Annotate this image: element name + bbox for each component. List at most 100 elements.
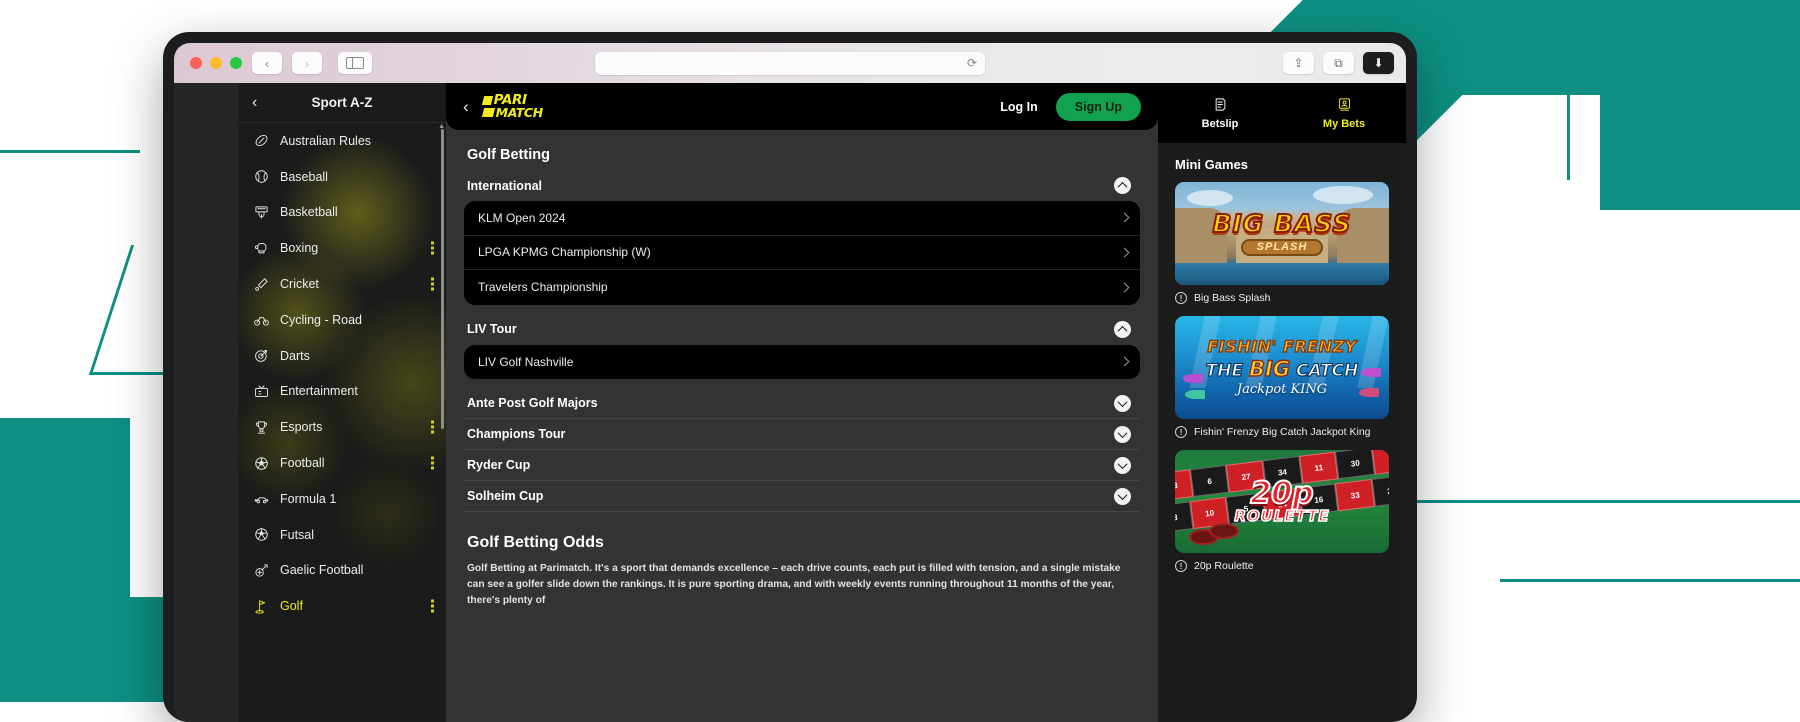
chevron-down-icon[interactable]	[1114, 426, 1131, 443]
competition-groups: InternationalKLM Open 2024LPGA KPMG Cham…	[464, 170, 1140, 512]
live-indicator-dots	[431, 600, 434, 613]
sidebar-item-label: Australian Rules	[280, 134, 371, 148]
sports-list: Australian Rules Baseball BasketballBoxing…	[238, 123, 446, 722]
decor-line	[0, 150, 140, 153]
new-tab-icon[interactable]: ⧉	[1323, 52, 1354, 74]
chevron-up-icon[interactable]	[1114, 177, 1131, 194]
chevron-left-icon[interactable]: ‹	[252, 94, 257, 112]
auth-actions: Log In Sign Up	[1000, 93, 1141, 121]
logo-bar-icon	[482, 96, 493, 105]
tournament-row[interactable]: LPGA KPMG Championship (W)	[464, 236, 1140, 271]
chevron-right-icon	[1120, 247, 1130, 257]
game-art-amount: 20p	[1234, 480, 1329, 509]
sidebar-item-label: Baseball	[280, 170, 328, 184]
race-car-icon	[254, 491, 269, 506]
sidebar-item-boxing[interactable]: Boxing	[238, 230, 446, 266]
decor-line	[1567, 0, 1570, 180]
group-header[interactable]: Ryder Cup	[464, 450, 1140, 481]
chevron-down-icon[interactable]	[1114, 488, 1131, 505]
page-content: ‹ Sport A-Z Australian Rules Baseball Bask…	[174, 83, 1406, 722]
sidebar-item-basketball[interactable]: Basketball	[238, 195, 446, 231]
darts-icon	[254, 348, 269, 363]
group-header[interactable]: International	[464, 170, 1140, 201]
game-art-line2: THE BIG CATCH	[1206, 358, 1359, 381]
window-controls[interactable]	[190, 57, 242, 69]
sidebar-item-golf[interactable]: Golf	[238, 588, 446, 624]
trophy-icon	[254, 420, 269, 435]
game-thumbnail[interactable]: FISHIN' FRENZY THE BIG CATCH Jackpot KIN…	[1175, 316, 1389, 419]
group-header[interactable]: Champions Tour	[464, 419, 1140, 450]
chevron-down-icon[interactable]	[1114, 395, 1131, 412]
close-window-button[interactable]	[190, 57, 202, 69]
sidebar-item-esports[interactable]: Esports	[238, 409, 446, 445]
sidebar-item-label: Football	[280, 456, 324, 470]
cricket-icon	[254, 277, 269, 292]
sports-sidebar-header: ‹ Sport A-Z	[238, 83, 446, 123]
chevron-down-icon[interactable]	[1114, 457, 1131, 474]
golf-flag-icon	[254, 599, 269, 614]
group-name: Ante Post Golf Majors	[467, 396, 598, 410]
decor-line	[1500, 579, 1800, 582]
tv-icon	[254, 384, 269, 399]
tournament-row[interactable]: LIV Golf Nashville	[464, 345, 1140, 380]
sidebar-item-football[interactable]: Football	[238, 445, 446, 481]
tournament-row[interactable]: KLM Open 2024	[464, 201, 1140, 236]
sidebar-item-formula-1[interactable]: Formula 1	[238, 481, 446, 517]
aussie-rules-icon	[254, 133, 269, 148]
minimize-window-button[interactable]	[210, 57, 222, 69]
share-icon[interactable]: ⇪	[1283, 52, 1314, 74]
group-header[interactable]: Ante Post Golf Majors	[464, 388, 1140, 419]
game-art-line1: FISHIN' FRENZY	[1206, 339, 1359, 356]
sidebar-item-label: Futsal	[280, 528, 314, 542]
sidebar-item-darts[interactable]: Darts	[238, 338, 446, 374]
sidebar-item-cycling-road[interactable]: Cycling - Road	[238, 302, 446, 338]
chevron-left-icon[interactable]: ‹	[463, 97, 469, 117]
login-button[interactable]: Log In	[1000, 100, 1038, 114]
info-icon[interactable]: !	[1175, 426, 1187, 438]
chevron-right-icon	[1120, 213, 1130, 223]
download-icon[interactable]: ⬇	[1363, 52, 1394, 74]
sidebar-item-cricket[interactable]: Cricket	[238, 266, 446, 302]
game-name: Fishin' Frenzy Big Catch Jackpot King	[1194, 426, 1371, 438]
parimatch-logo[interactable]: PARI MATCH	[483, 94, 543, 119]
chevron-up-icon[interactable]	[1114, 321, 1131, 338]
tournament-card: KLM Open 2024LPGA KPMG Championship (W)T…	[464, 201, 1140, 305]
sidebar-scrollbar[interactable]	[441, 129, 444, 429]
sidebar-item-futsal[interactable]: Futsal	[238, 517, 446, 553]
game-art-subtitle: SPLASH	[1241, 239, 1324, 256]
chevron-right-icon	[1120, 282, 1130, 292]
group-header[interactable]: Solheim Cup	[464, 481, 1140, 512]
main-body: Golf Betting InternationalKLM Open 2024L…	[446, 130, 1158, 722]
signup-button[interactable]: Sign Up	[1056, 93, 1141, 121]
group-header[interactable]: LIV Tour	[464, 314, 1140, 345]
tab-my-bets[interactable]: My Bets	[1282, 83, 1406, 143]
game-thumbnail[interactable]: BIG BASS SPLASH	[1175, 182, 1389, 285]
gaelic-ball-icon	[254, 563, 269, 578]
sidebar-toggle-icon[interactable]	[338, 52, 372, 74]
sidebar-item-label: Esports	[280, 420, 322, 434]
back-button[interactable]: ‹	[252, 52, 282, 74]
sidebar-item-baseball[interactable]: Baseball	[238, 159, 446, 195]
sidebar-item-australian-rules[interactable]: Australian Rules	[238, 123, 446, 159]
main-column: ‹ PARI MATCH Log In Sign Up	[446, 83, 1158, 722]
game-art-line3: Jackpot KING	[1206, 383, 1359, 397]
mini-game-card[interactable]: 136273411308 2310524163322 20p ROULETTE …	[1175, 450, 1389, 572]
mini-game-card[interactable]: FISHIN' FRENZY THE BIG CATCH Jackpot KIN…	[1175, 316, 1389, 438]
sidebar-item-gaelic-football[interactable]: Gaelic Football	[238, 553, 446, 589]
boxing-icon	[254, 241, 269, 256]
mini-game-card[interactable]: BIG BASS SPLASH ! Big Bass Splash	[1175, 182, 1389, 304]
sidebar-item-label: Cricket	[280, 277, 319, 291]
reload-icon[interactable]: ⟳	[967, 56, 977, 70]
baseball-icon	[254, 169, 269, 184]
sports-sidebar: ‹ Sport A-Z Australian Rules Baseball Bask…	[238, 83, 446, 722]
info-icon[interactable]: !	[1175, 560, 1187, 572]
mini-games-list: BIG BASS SPLASH ! Big Bass Splash FISHIN…	[1158, 182, 1406, 584]
tournament-row[interactable]: Travelers Championship	[464, 270, 1140, 305]
tab-betslip[interactable]: Betslip	[1158, 83, 1282, 143]
maximize-window-button[interactable]	[230, 57, 242, 69]
game-thumbnail[interactable]: 136273411308 2310524163322 20p ROULETTE	[1175, 450, 1389, 553]
sidebar-item-entertainment[interactable]: Entertainment	[238, 374, 446, 410]
address-bar[interactable]: ⟳	[595, 52, 985, 75]
info-icon[interactable]: !	[1175, 292, 1187, 304]
forward-button[interactable]: ›	[292, 52, 322, 74]
